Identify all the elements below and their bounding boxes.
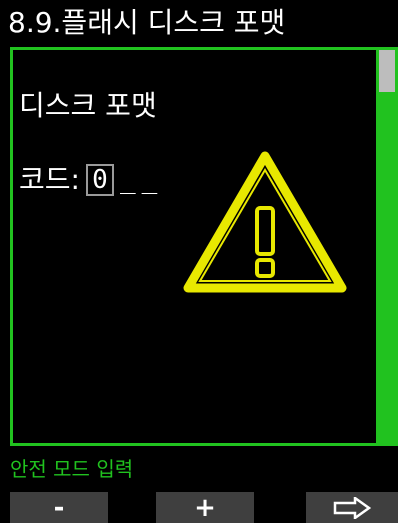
- minus-label: -: [53, 492, 65, 523]
- code-digit-input[interactable]: 0: [85, 164, 114, 196]
- code-digit-placeholder: _: [119, 165, 136, 195]
- code-label: 코드:: [19, 163, 80, 196]
- plus-label: +: [194, 492, 216, 523]
- soft-button-bar: - +: [0, 492, 398, 523]
- scrollbar[interactable]: [376, 47, 398, 446]
- scrollbar-thumb[interactable]: [379, 50, 395, 92]
- title-bar: 8.9.플래시 디스크 포맷: [0, 0, 398, 46]
- minus-button[interactable]: -: [10, 492, 108, 523]
- plus-button[interactable]: +: [156, 492, 254, 523]
- screen-title: 8.9.플래시 디스크 포맷: [8, 6, 286, 39]
- arrow-right-icon: [333, 496, 371, 519]
- menu-heading: 디스크 포맷: [19, 89, 157, 122]
- code-entry-row: 코드: 0 _ _: [19, 162, 157, 198]
- status-text: 안전 모드 입력: [10, 457, 134, 481]
- content-panel: 디스크 포맷 코드: 0 _ _: [10, 47, 381, 446]
- next-button[interactable]: [306, 492, 398, 523]
- code-digit-placeholder: _: [141, 165, 158, 195]
- warning-icon: [183, 151, 347, 293]
